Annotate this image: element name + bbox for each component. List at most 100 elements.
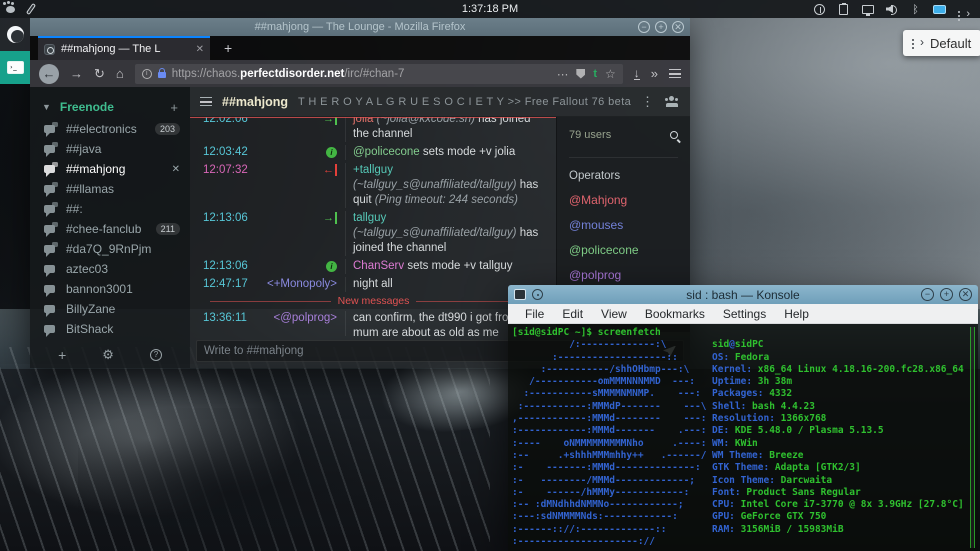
task-dock: ›_ — [0, 18, 30, 84]
sender-nick[interactable]: <+Monopoly> — [267, 278, 337, 290]
user-count: 79 users — [569, 129, 612, 141]
system-tray: ᛒ — [813, 2, 980, 20]
tampermonkey-icon[interactable]: t — [593, 68, 597, 80]
join-channel-icon[interactable]: + — [170, 100, 178, 115]
menu-hamburger-icon[interactable] — [669, 69, 681, 78]
sidebar-channel[interactable]: ##llamas — [30, 179, 190, 199]
chat-bubble-icon — [44, 242, 58, 257]
terminal-prompt: [sid@sidPC ~]$ screenfetch — [512, 327, 661, 338]
chat-bubble-icon — [44, 142, 58, 157]
message-timestamp: 12:07:32 — [203, 163, 248, 176]
message-text: +tallguy (~tallguy_s@unaffiliated/tallgu… — [345, 162, 556, 208]
toolbox-dots-icon — [911, 35, 924, 49]
lock-icon — [157, 68, 166, 78]
close-channel-icon[interactable]: ✕ — [172, 164, 180, 175]
sidebar-channel[interactable]: BillyZane — [30, 299, 190, 319]
channel-name: bannon3001 — [66, 282, 133, 296]
bookmark-star-icon[interactable]: ☆ — [605, 67, 616, 81]
chat-message: 12:13:06 i ChanServ sets mode +v tallguy — [190, 257, 556, 275]
user-list-item[interactable]: @Mahjong — [569, 193, 678, 207]
forward-button[interactable]: → — [70, 67, 83, 80]
sidebar-channel[interactable]: ##mahjong ✕ — [30, 159, 190, 179]
konsole-window-title: sid : bash — Konsole — [686, 287, 800, 302]
add-network-button[interactable]: + — [58, 347, 66, 363]
touchpad-icon — [933, 4, 946, 14]
search-users-icon[interactable] — [670, 131, 678, 139]
tab-close-icon[interactable]: ✕ — [196, 44, 204, 55]
user-list-item[interactable]: @polprog — [569, 268, 678, 282]
message-area[interactable]: 12:02:06 → jolia (~jolia@kxcode.sh) has jo… — [190, 117, 556, 336]
unread-badge: 211 — [155, 223, 180, 235]
sidebar-channel[interactable]: ##electronics 203 — [30, 119, 190, 139]
konsole-titlebar[interactable]: sid : bash — Konsole − + ✕ — [508, 285, 978, 304]
home-button[interactable]: ⌂ — [116, 67, 124, 80]
page-actions-icon[interactable]: ⋯ — [557, 67, 569, 81]
message-sender-column: <@polprog> — [253, 311, 345, 337]
menu-item-edit[interactable]: Edit — [553, 307, 592, 321]
user-list-item[interactable]: @policecone — [569, 243, 678, 257]
sidebar-channel[interactable]: aztec03 — [30, 259, 190, 279]
firefox-titlebar[interactable]: ##mahjong — The Lounge - Mozilla Firefox… — [30, 18, 690, 36]
sender-nick[interactable]: <@polprog> — [274, 312, 337, 324]
sidebar-channel[interactable]: #chee-fanclub 211 — [30, 219, 190, 239]
menu-item-help[interactable]: Help — [775, 307, 818, 321]
back-button[interactable]: ← — [39, 63, 59, 84]
sidebar-channel[interactable]: BitShack — [30, 319, 190, 339]
close-button[interactable]: ✕ — [672, 21, 684, 33]
settings-gear-icon[interactable]: ⚙ — [102, 348, 114, 363]
dock-firefox-button[interactable] — [0, 18, 30, 51]
downloads-button[interactable]: ↓ — [633, 67, 640, 80]
minimize-button[interactable]: − — [638, 21, 650, 33]
sidebar-channel[interactable]: ##java — [30, 139, 190, 159]
sidebar-toggle-icon[interactable] — [200, 97, 212, 106]
network-name: Freenode — [59, 100, 114, 114]
chat-bubble-icon — [44, 122, 58, 137]
user-list-item[interactable]: @mouses — [569, 218, 678, 232]
status-info-icon — [814, 3, 825, 15]
shield-icon[interactable] — [576, 68, 586, 79]
channel-menu-icon[interactable]: ⋮ — [641, 94, 654, 110]
toolbar-overflow-icon[interactable]: » — [651, 67, 658, 80]
message-timestamp: 12:47:17 — [203, 277, 248, 290]
message-timestamp: 12:02:06 — [203, 117, 248, 125]
message-sender-column: → — [253, 211, 345, 256]
konsole-icon: ›_ — [6, 61, 24, 74]
terminal[interactable]: [sid@sidPC ~]$ screenfetch /:-----------… — [508, 324, 978, 551]
konsole-menubar: File Edit View Bookmarks Settings Help — [508, 304, 978, 324]
unread-badge: 203 — [154, 123, 180, 135]
toggle-userlist-icon[interactable] — [664, 96, 680, 107]
close-button[interactable]: ✕ — [959, 288, 972, 301]
url-bar[interactable]: i https://chaos.perfectdisorder.net/irc/… — [134, 63, 623, 84]
sidebar-channel[interactable]: #da7Q_9RnPjm — [30, 239, 190, 259]
site-info-icon[interactable]: i — [141, 68, 152, 79]
sidebar-channel[interactable]: bannon3001 — [30, 279, 190, 299]
menu-item-file[interactable]: File — [516, 307, 553, 321]
tab-mahjong[interactable]: ##mahjong — The L ✕ — [38, 36, 210, 60]
maximize-button[interactable]: + — [940, 288, 953, 301]
desktop-toolbox[interactable]: Default — [903, 30, 980, 56]
sidebar-footer: + ⚙ ? — [30, 342, 190, 368]
reload-button[interactable]: ↻ — [94, 67, 105, 80]
menu-item-settings[interactable]: Settings — [714, 307, 775, 321]
new-tab-button[interactable]: + — [224, 40, 232, 56]
menu-item-bookmarks[interactable]: Bookmarks — [636, 307, 714, 321]
channel-name: ##electronics — [66, 122, 137, 136]
minimize-button[interactable]: − — [921, 288, 934, 301]
screenfetch-info: sid@sidPC OS: Fedora Kernel: x86_64 Linu… — [712, 339, 964, 535]
terminal-scrollbar[interactable] — [970, 327, 975, 548]
message-timestamp: 13:36:11 — [203, 311, 247, 324]
top-panel: 1:37:18 PM ᛒ — [0, 0, 980, 20]
chat-bubble-icon — [44, 285, 55, 297]
channel-list: ##electronics 203 ##java ##mahjong ✕ ##llamas… — [30, 119, 190, 339]
channel-name: #da7Q_9RnPjm — [66, 242, 152, 256]
network-row[interactable]: ▼ Freenode + — [30, 95, 190, 119]
chevron-down-icon[interactable]: ▼ — [42, 102, 51, 112]
maximize-button[interactable]: + — [655, 21, 667, 33]
chat-message: 13:36:11 <@polprog> can confirm, the dt990… — [190, 309, 556, 336]
menu-item-view[interactable]: View — [592, 307, 636, 321]
sidebar-channel[interactable]: ##: — [30, 199, 190, 219]
help-icon[interactable]: ? — [149, 349, 162, 361]
dock-konsole-button[interactable]: ›_ — [0, 51, 30, 84]
chat-bubble-icon — [44, 265, 55, 277]
info-icon: i — [326, 260, 337, 272]
